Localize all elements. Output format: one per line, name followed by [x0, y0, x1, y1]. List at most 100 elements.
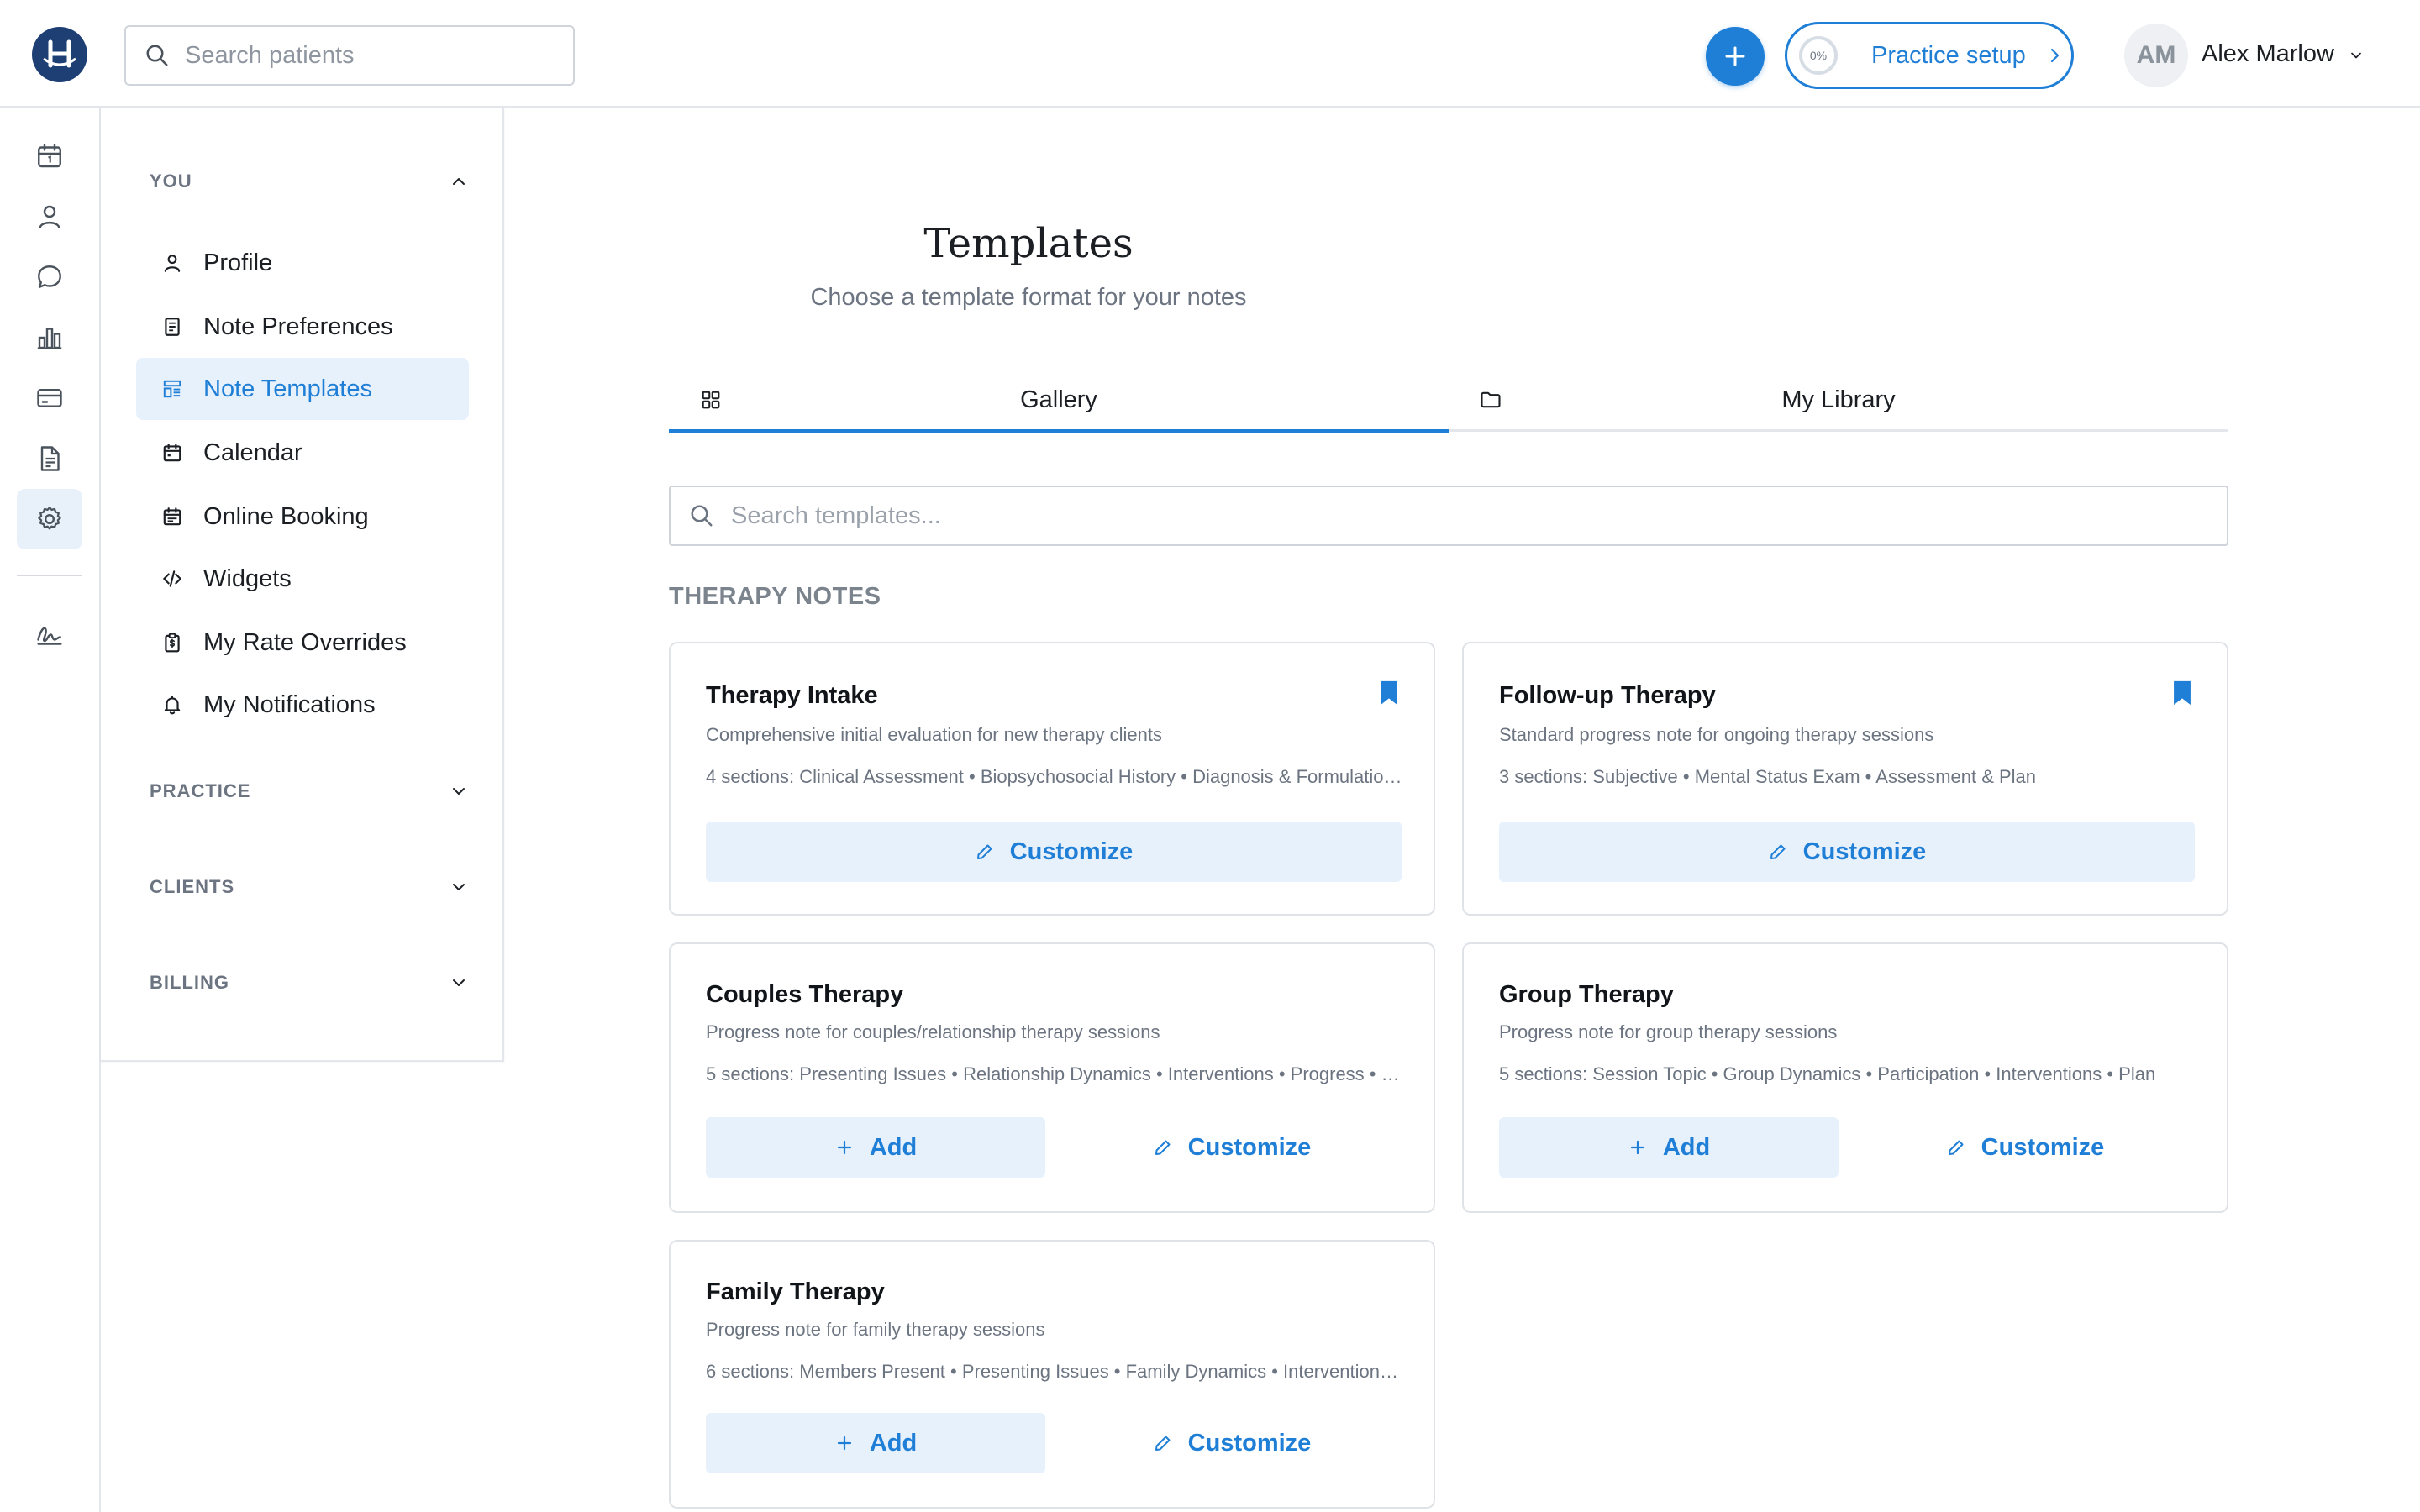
customize-button[interactable]: Customize	[1855, 1117, 2195, 1178]
rail-messages-icon[interactable]	[17, 247, 82, 307]
bookmark-icon[interactable]	[1376, 679, 1402, 707]
card-description: Progress note for couples/relationship t…	[706, 1021, 1160, 1042]
user-initials: AM	[2136, 41, 2176, 69]
calendar-icon	[160, 440, 185, 465]
logo-mark-icon	[43, 39, 76, 68]
group-title: PRACTICE	[150, 780, 251, 801]
card-sections: 5 sections: Session Topic • Group Dynami…	[1499, 1063, 2156, 1084]
top-bar: Search patients 0% Practice setup AM Ale…	[0, 0, 2420, 108]
nav-item-label: My Notifications	[203, 690, 376, 718]
nav-item-label: Note Preferences	[203, 312, 393, 340]
patient-search-input[interactable]: Search patients	[124, 25, 575, 86]
nav-item-note-preferences[interactable]: Note Preferences	[136, 296, 469, 358]
add-template-button[interactable]: Add	[1499, 1117, 1839, 1178]
bookmark-icon[interactable]	[2170, 679, 2195, 707]
user-avatar[interactable]: AM	[2124, 24, 2188, 87]
nav-item-rate-overrides[interactable]: My Rate Overrides	[136, 612, 469, 674]
plus-icon	[1725, 46, 1745, 66]
chevron-down-icon	[453, 884, 465, 890]
group-title: BILLING	[150, 972, 229, 993]
customize-button[interactable]: Customize	[706, 822, 1402, 882]
group-header-practice[interactable]: PRACTICE	[150, 774, 469, 808]
card-sections: 4 sections: Clinical Assessment • Biopsy…	[706, 766, 1403, 787]
nav-item-profile[interactable]: Profile	[136, 232, 469, 294]
card-title: Group Therapy	[1499, 981, 1674, 1008]
pencil-icon	[1155, 1436, 1171, 1451]
template-icon	[160, 376, 185, 402]
nav-item-widgets[interactable]: Widgets	[136, 548, 469, 610]
chevron-down-icon	[453, 788, 465, 795]
card-title: Follow-up Therapy	[1499, 682, 1716, 709]
customize-button[interactable]: Customize	[1062, 1413, 1402, 1473]
code-icon	[160, 566, 185, 591]
add-label: Add	[1662, 1133, 1711, 1161]
rail-signature-icon[interactable]	[17, 603, 82, 664]
card-sections: 5 sections: Presenting Issues • Relation…	[706, 1063, 1403, 1084]
nav-item-calendar[interactable]: Calendar	[136, 422, 469, 484]
template-card-family-therapy: Family Therapy Progress note for family …	[669, 1240, 1435, 1509]
pencil-icon	[1770, 844, 1786, 859]
tab-label: My Library	[1781, 386, 1896, 413]
add-button[interactable]	[1706, 27, 1765, 86]
plus-icon	[837, 1436, 851, 1451]
template-search-input[interactable]: Search templates...	[669, 486, 2228, 546]
group-header-you[interactable]: YOU	[150, 165, 469, 198]
user-name[interactable]: Alex Marlow	[2202, 40, 2334, 68]
clipboard-dollar-icon	[160, 630, 185, 655]
card-description: Standard progress note for ongoing thera…	[1499, 724, 1934, 745]
nav-item-note-templates[interactable]: Note Templates	[136, 358, 469, 420]
practice-setup-button[interactable]: 0% Practice setup	[1785, 22, 2074, 89]
customize-button[interactable]: Customize	[1499, 822, 2195, 882]
pencil-icon	[976, 844, 992, 859]
rail-settings-icon[interactable]	[17, 489, 82, 549]
note-icon	[160, 314, 185, 339]
pencil-icon	[1948, 1140, 1964, 1155]
user-icon	[160, 250, 185, 276]
template-card-follow-up-therapy: Follow-up Therapy Standard progress note…	[1462, 642, 2228, 916]
chevron-down-icon[interactable]	[2348, 47, 2365, 64]
nav-item-online-booking[interactable]: Online Booking	[136, 486, 469, 548]
bar-chart-icon	[37, 328, 62, 349]
settings-nav-panel: YOU Profile Note Preferences Note Templa…	[101, 108, 504, 1062]
plus-icon	[1630, 1140, 1644, 1155]
tab-label: Gallery	[1020, 386, 1097, 413]
group-header-clients[interactable]: CLIENTS	[150, 870, 469, 904]
chevron-right-icon	[2050, 48, 2059, 63]
nav-item-notifications[interactable]: My Notifications	[136, 674, 469, 736]
nav-item-label: Calendar	[203, 438, 302, 466]
pencil-icon	[1155, 1140, 1171, 1155]
chevron-down-icon	[453, 979, 465, 986]
gear-icon	[38, 507, 61, 530]
template-card-group-therapy: Group Therapy Progress note for group th…	[1462, 942, 2228, 1213]
nav-item-label: Note Templates	[203, 375, 372, 402]
customize-button[interactable]: Customize	[1062, 1117, 1402, 1178]
group-header-billing[interactable]: BILLING	[150, 966, 469, 1000]
customize-label: Customize	[1009, 837, 1134, 865]
nav-item-label: Online Booking	[203, 502, 369, 530]
person-icon	[39, 205, 60, 228]
rail-clients-icon[interactable]	[17, 186, 82, 247]
setup-progress-ring: 0%	[1799, 36, 1838, 75]
card-title: Family Therapy	[706, 1278, 885, 1305]
add-template-button[interactable]: Add	[706, 1117, 1045, 1178]
rail-documents-icon[interactable]	[17, 428, 82, 489]
nav-item-label: Widgets	[203, 564, 292, 592]
rail-billing-icon[interactable]	[17, 368, 82, 428]
add-template-button[interactable]: Add	[706, 1413, 1045, 1473]
chevron-up-icon	[453, 178, 465, 185]
rail-calendar-icon[interactable]	[17, 126, 82, 186]
template-search-placeholder: Search templates...	[731, 501, 941, 529]
section-heading: THERAPY NOTES	[669, 583, 881, 610]
card-title: Therapy Intake	[706, 682, 878, 709]
icon-rail	[0, 108, 101, 1512]
nav-item-label: Profile	[203, 249, 273, 276]
rail-reports-icon[interactable]	[17, 307, 82, 368]
setup-progress-value: 0%	[1809, 49, 1828, 62]
document-icon	[40, 446, 60, 471]
practice-setup-label: Practice setup	[1871, 41, 2026, 69]
tab-gallery[interactable]: Gallery	[669, 370, 1449, 433]
card-sections: 3 sections: Subjective • Mental Status E…	[1499, 766, 2037, 787]
app-logo[interactable]	[32, 27, 87, 82]
tab-my-library[interactable]: My Library	[1449, 370, 2228, 432]
group-title: CLIENTS	[150, 876, 235, 897]
